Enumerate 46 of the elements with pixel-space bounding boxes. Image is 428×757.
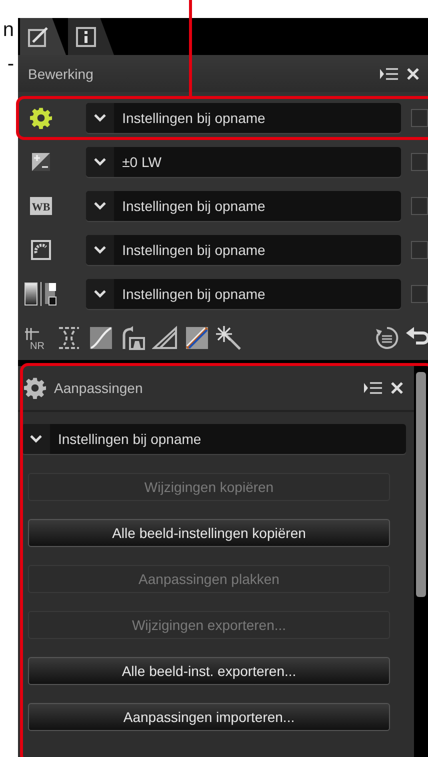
checkbox[interactable] [410, 109, 428, 127]
color-curve-icon[interactable] [184, 325, 210, 351]
magic-wand-icon[interactable] [216, 325, 242, 351]
panel-title: Bewerking [28, 66, 94, 82]
chevron-icon [30, 435, 42, 443]
picture-control-icon [24, 282, 58, 306]
checkbox[interactable] [410, 197, 428, 215]
preset-dropdown[interactable]: Instellingen bij opname [86, 279, 401, 309]
exposure-compensation-icon [31, 152, 52, 172]
cropped-margin-text: n [2, 20, 15, 40]
gear-icon [24, 377, 46, 399]
reset-list-icon[interactable] [374, 325, 400, 351]
close-icon[interactable] [390, 381, 404, 395]
picture-adjust-icon [30, 239, 52, 261]
checkbox[interactable] [410, 285, 428, 303]
gear-icon [30, 107, 52, 129]
chevron-icon [94, 158, 106, 166]
preset-dropdown[interactable]: Instellingen bij opname [86, 235, 401, 265]
scrollbar[interactable] [414, 366, 428, 757]
preset-dropdown[interactable]: Instellingen bij opname [22, 424, 406, 454]
preset-dropdown[interactable]: Instellingen bij opname [86, 103, 401, 133]
chevron-icon [94, 202, 106, 210]
distortion-icon[interactable] [56, 325, 82, 351]
panel-menu-icon[interactable] [364, 381, 382, 395]
close-icon[interactable] [406, 66, 420, 80]
straighten-icon[interactable] [152, 325, 178, 351]
action-button[interactable]: Aanpassingen importeren... [28, 703, 390, 731]
chevron-icon [94, 290, 106, 298]
lens-correction-icon[interactable] [120, 325, 146, 351]
chevron-icon [94, 114, 106, 122]
action-button[interactable]: Alle beeld-instellingen kopiëren [28, 519, 390, 547]
cropped-margin-text: - [7, 54, 15, 74]
action-button[interactable]: Alle beeld-inst. exporteren... [28, 657, 390, 685]
pencil-icon [27, 26, 49, 48]
checkbox[interactable] [410, 241, 428, 259]
checkbox[interactable] [410, 153, 428, 171]
curve-icon[interactable] [88, 325, 114, 351]
info-icon [75, 26, 97, 48]
wb-icon: WB [30, 197, 52, 215]
preset-dropdown[interactable]: ±0 LW [86, 147, 401, 177]
preset-dropdown[interactable]: Instellingen bij opname [86, 191, 401, 221]
chevron-icon [94, 246, 106, 254]
edit-tab[interactable] [20, 18, 66, 55]
panel-title: Aanpassingen [54, 380, 144, 396]
info-tab[interactable] [68, 18, 114, 55]
panel-menu-icon[interactable] [380, 66, 398, 80]
